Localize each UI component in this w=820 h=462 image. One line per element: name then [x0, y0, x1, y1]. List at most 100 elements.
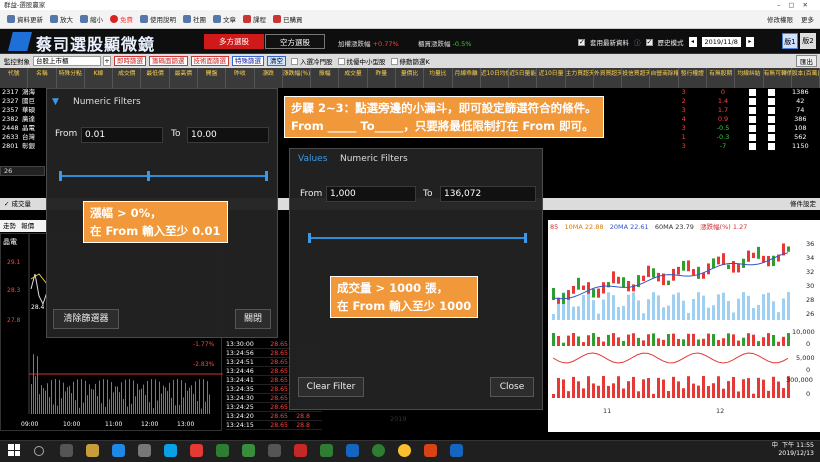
column-header[interactable]: 名稱 [28, 68, 57, 88]
column-header[interactable]: 均量比 [424, 68, 453, 88]
column-header[interactable]: 月線乖離 [453, 68, 481, 88]
column-header[interactable]: 近10日均價乖離 [481, 68, 510, 88]
dynamic-k-checkbox[interactable] [390, 57, 398, 65]
edge-icon[interactable] [112, 444, 125, 457]
column-header[interactable]: 自營商除權 [650, 68, 679, 88]
menu-articles[interactable]: 文章 [213, 14, 236, 24]
column-header[interactable]: 開盤 [198, 68, 227, 88]
clear-button[interactable]: 清空 [267, 56, 286, 66]
search-icon[interactable] [34, 446, 44, 456]
column-header[interactable]: 成交量 [339, 68, 368, 88]
chip-filter-button[interactable]: 籌碼面篩選 [149, 56, 188, 66]
clear-filter-button[interactable]: 清除篩選器 [53, 309, 119, 329]
column-header[interactable]: 有無股期 [707, 68, 736, 88]
column-header[interactable]: 特殊分點 [57, 68, 85, 88]
window-controls[interactable]: –▢✕ [777, 0, 816, 10]
use-latest-checkbox[interactable] [578, 38, 585, 46]
monitor-add-button[interactable]: + [103, 56, 111, 66]
range-slider-track[interactable] [61, 175, 267, 177]
range-slider-max-handle[interactable] [524, 233, 527, 243]
app-icon[interactable] [294, 444, 307, 457]
table-row[interactable]: 1 -0.3 562 [664, 133, 820, 142]
chart-tabs[interactable]: 走勢 報價 [0, 220, 46, 232]
line-icon[interactable] [372, 444, 385, 457]
range-slider-max-handle[interactable] [265, 171, 268, 181]
app-icon[interactable] [216, 444, 229, 457]
flag-checkbox[interactable] [767, 143, 775, 150]
range-slider-min-handle[interactable] [308, 233, 311, 243]
tab-values[interactable]: Values [298, 154, 327, 164]
range-slider-mid-handle[interactable] [147, 171, 150, 181]
flag-checkbox[interactable] [748, 143, 756, 150]
flag-checkbox[interactable] [767, 134, 775, 141]
table-row[interactable]: 3 -0.5 108 [664, 124, 820, 133]
flag-checkbox[interactable] [748, 125, 756, 132]
close-button[interactable]: Close [490, 377, 534, 397]
column-header[interactable]: K線 [85, 68, 114, 88]
column-header[interactable]: 昨收 [226, 68, 255, 88]
from-input[interactable]: 0.01 [81, 127, 163, 143]
export-button[interactable]: 匯出 [796, 55, 817, 67]
column-header[interactable]: 投信買超天數 [622, 68, 651, 88]
option-dynamic-k[interactable]: 條動篩選K [390, 56, 430, 66]
date-picker[interactable]: 2019/11/8 [701, 37, 741, 47]
column-header[interactable]: 漲跌幅(%) [283, 68, 312, 88]
menu-courses[interactable]: 課程 [243, 14, 266, 24]
volume-toggle[interactable]: ✓ 成交量 [4, 200, 31, 208]
column-header[interactable]: 昨量 [368, 68, 396, 88]
flag-checkbox[interactable] [767, 116, 775, 123]
column-header[interactable]: 主力買超天數 [566, 68, 594, 88]
range-slider-min-handle[interactable] [59, 171, 62, 181]
column-header[interactable]: 最高價 [170, 68, 198, 88]
menu-member[interactable]: 免費 [110, 14, 133, 24]
app-icon[interactable] [242, 444, 255, 457]
column-header[interactable]: 均線糾結 [735, 68, 764, 88]
to-input[interactable]: 10.00 [187, 127, 269, 143]
flag-checkbox[interactable] [767, 89, 775, 96]
app-icon[interactable] [346, 444, 359, 457]
history-mode-checkbox[interactable] [645, 38, 653, 46]
table-row[interactable]: 2 1.4 42 [664, 97, 820, 106]
menu-purchased[interactable]: 已購買 [273, 14, 303, 24]
column-header[interactable]: 股本(百萬) [792, 68, 820, 88]
app-icon[interactable] [320, 444, 333, 457]
menu-refresh[interactable]: 資料更新 [7, 14, 43, 24]
small-cap-checkbox[interactable] [337, 57, 345, 65]
option-cold-stocks[interactable]: 入選冷門股 [291, 56, 333, 66]
flag-checkbox[interactable] [748, 89, 756, 96]
clear-filter-button[interactable]: Clear Filter [298, 377, 364, 397]
app-icon[interactable] [164, 444, 177, 457]
app-icon[interactable] [268, 444, 281, 457]
column-header[interactable]: 外資買超天數 [594, 68, 623, 88]
word-icon[interactable] [450, 444, 463, 457]
tab-long-selection[interactable]: 多方選股 [204, 34, 264, 49]
chrome-icon[interactable] [398, 444, 411, 457]
column-header[interactable]: 近10日量 [537, 68, 566, 88]
special-filter-button[interactable]: 特殊篩選 [232, 56, 264, 66]
table-row[interactable]: 3 0 1386 [664, 88, 820, 97]
column-header[interactable]: 代號 [0, 68, 29, 88]
column-header[interactable]: 量價比 [396, 68, 425, 88]
view-2-button[interactable]: 版2 [800, 33, 816, 49]
column-header[interactable]: 最低價 [141, 68, 170, 88]
technical-filter-button[interactable]: 技術面篩選 [190, 56, 229, 66]
prev-date-button[interactable]: ◂ [688, 37, 697, 47]
realtime-filter-button[interactable]: 即時篩選 [114, 56, 146, 66]
flag-checkbox[interactable] [767, 125, 775, 132]
menu-permissions[interactable]: 修改權限 [767, 14, 793, 24]
app-icon[interactable] [190, 444, 203, 457]
flag-checkbox[interactable] [748, 134, 756, 141]
flag-checkbox[interactable] [748, 116, 756, 123]
calculator-icon[interactable] [138, 444, 151, 457]
to-input[interactable]: 136,072 [440, 186, 536, 202]
flag-checkbox[interactable] [748, 107, 756, 114]
task-view-icon[interactable] [60, 444, 73, 457]
column-header[interactable]: 近5日量能 [509, 68, 538, 88]
start-button[interactable] [8, 444, 20, 456]
column-header[interactable]: 有無可轉債 [764, 68, 792, 88]
column-header[interactable]: 成交價 [113, 68, 142, 88]
flag-checkbox[interactable] [748, 98, 756, 105]
tab-numeric-filters[interactable]: Numeric Filters [340, 154, 408, 164]
condition-settings-link[interactable]: 條件設定 [790, 198, 816, 210]
flag-checkbox[interactable] [767, 107, 775, 114]
